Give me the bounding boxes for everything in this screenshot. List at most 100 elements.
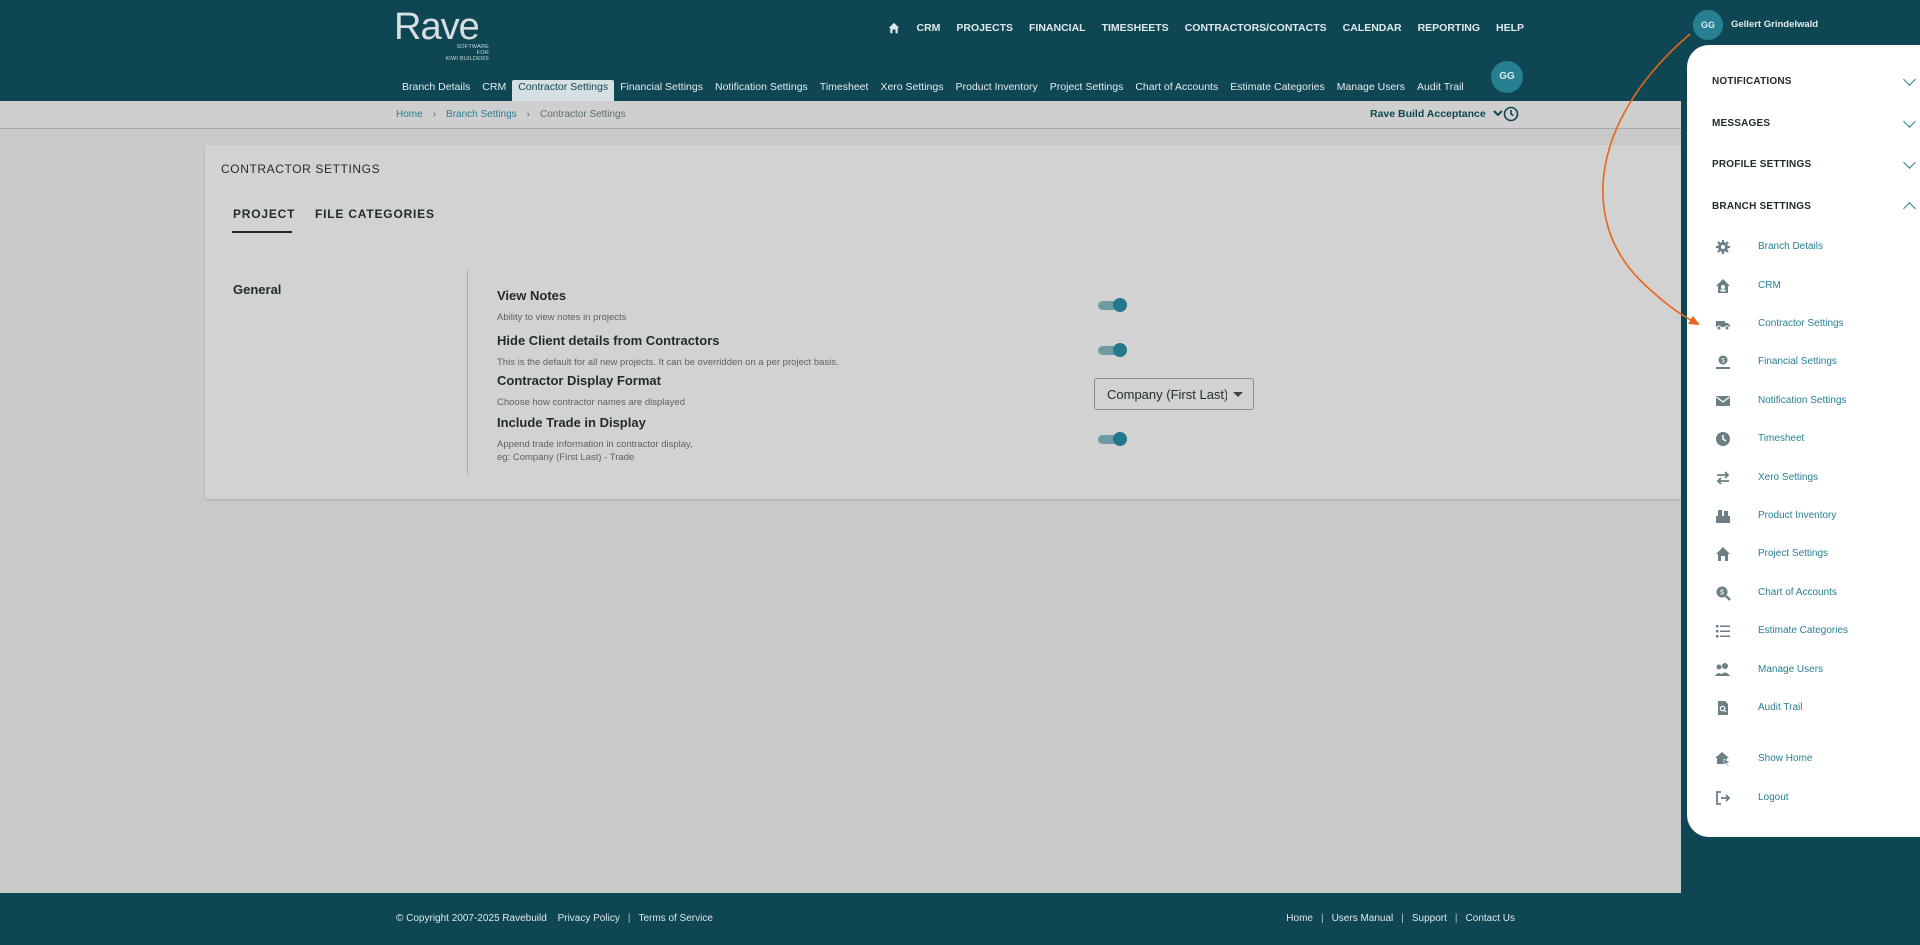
menu-header-branch-settings[interactable]: BRANCH SETTINGS xyxy=(1712,201,1811,212)
menu-item-branch-details[interactable]: Branch Details xyxy=(1715,239,1823,255)
users-manual-link[interactable]: Users Manual xyxy=(1332,913,1394,924)
menu-item-xero-settings[interactable]: Xero Settings xyxy=(1715,470,1818,486)
tab-crm[interactable]: CRM xyxy=(476,80,512,101)
page-title: CONTRACTOR SETTINGS xyxy=(221,162,381,176)
menu-item-notification-settings[interactable]: Notification Settings xyxy=(1715,393,1846,409)
list-icon xyxy=(1716,625,1730,638)
tab-product-inventory[interactable]: Product Inventory xyxy=(949,80,1043,101)
menu-item-show-home[interactable]: Show Home xyxy=(1715,751,1812,767)
menu-item-chart-of-accounts[interactable]: $ Chart of Accounts xyxy=(1715,585,1837,601)
terms-link[interactable]: Terms of Service xyxy=(638,913,712,924)
boxes-icon xyxy=(1716,510,1730,523)
contractor-settings-card: CONTRACTOR SETTINGS PROJECT FILE CATEGOR… xyxy=(205,145,1685,499)
home-icon xyxy=(1716,547,1730,561)
nav-timesheets[interactable]: TIMESHEETS xyxy=(1102,22,1169,34)
footer: © Copyright 2007-2025 Ravebuild Privacy … xyxy=(0,893,1920,945)
home-icon[interactable] xyxy=(888,22,900,34)
chevron-down-icon[interactable] xyxy=(1903,156,1916,169)
rave-logo[interactable]: Rave SOFTWARE FOR KIWI BUILDERS xyxy=(394,8,489,62)
support-link[interactable]: Support xyxy=(1412,913,1447,924)
breadcrumb-bar: Home › Branch Settings › Contractor Settings… xyxy=(0,101,1920,129)
history-clock-icon[interactable] xyxy=(1503,106,1519,122)
chevron-up-icon[interactable] xyxy=(1903,202,1916,215)
menu-item-project-settings[interactable]: Project Settings xyxy=(1715,546,1828,562)
view-notes-toggle[interactable] xyxy=(1098,298,1128,312)
tab-financial-settings[interactable]: Financial Settings xyxy=(614,80,709,101)
chevron-down-icon[interactable] xyxy=(1903,73,1916,86)
tab-timesheet[interactable]: Timesheet xyxy=(814,80,875,101)
nav-help[interactable]: HELP xyxy=(1496,22,1524,34)
users-cog-icon xyxy=(1715,663,1730,676)
menu-item-crm[interactable]: CRM xyxy=(1715,278,1781,294)
svg-text:$: $ xyxy=(1720,590,1724,597)
contact-link[interactable]: Contact Us xyxy=(1466,913,1515,924)
user-name: Gellert Grindelwald xyxy=(1731,19,1819,30)
privacy-link[interactable]: Privacy Policy xyxy=(558,913,620,924)
gear-icon xyxy=(1716,240,1730,254)
avatar[interactable]: GG xyxy=(1491,61,1523,93)
menu-item-product-inventory[interactable]: Product Inventory xyxy=(1715,508,1836,524)
chevron-down-icon xyxy=(1492,110,1503,117)
truck-icon xyxy=(1716,321,1730,331)
tab-contractor-settings[interactable]: Contractor Settings xyxy=(512,80,615,101)
nav-contractors-contacts[interactable]: CONTRACTORS/CONTACTS xyxy=(1185,22,1327,34)
tab-branch-details[interactable]: Branch Details xyxy=(396,80,476,101)
house-user-icon xyxy=(1716,279,1730,293)
setting-view-notes-title: View Notes xyxy=(497,288,567,303)
menu-item-contractor-settings[interactable]: Contractor Settings xyxy=(1715,316,1844,332)
hide-client-details-toggle[interactable] xyxy=(1098,343,1128,357)
logout-icon xyxy=(1716,791,1731,805)
include-trade-toggle[interactable] xyxy=(1098,432,1128,446)
user-side-panel: GG Gellert Grindelwald NOTIFICATIONS MES… xyxy=(1681,0,1920,945)
tab-file-categories[interactable]: FILE CATEGORIES xyxy=(315,207,435,221)
menu-item-audit-trail[interactable]: Audit Trail xyxy=(1715,700,1802,716)
nav-financial[interactable]: FINANCIAL xyxy=(1029,22,1086,34)
nav-reporting[interactable]: REPORTING xyxy=(1418,22,1480,34)
nav-crm[interactable]: CRM xyxy=(916,22,940,34)
menu-item-estimate-categories[interactable]: Estimate Categories xyxy=(1715,623,1848,639)
search-dollar-icon: $ xyxy=(1716,586,1731,601)
branch-selector[interactable]: Rave Build Acceptance xyxy=(1370,108,1503,120)
contractor-display-format-select[interactable]: Company (First Last) xyxy=(1094,378,1254,410)
tab-xero-settings[interactable]: Xero Settings xyxy=(874,80,949,101)
breadcrumb-separator: › xyxy=(432,109,437,120)
setting-display-format-desc: Choose how contractor names are displaye… xyxy=(497,397,685,408)
envelope-icon xyxy=(1716,396,1730,406)
breadcrumb: Home › Branch Settings › Contractor Settings xyxy=(396,109,626,120)
menu-header-notifications[interactable]: NOTIFICATIONS xyxy=(1712,76,1792,87)
tab-notification-settings[interactable]: Notification Settings xyxy=(709,80,814,101)
branch-settings-tabs: Branch Details CRM Contractor Settings F… xyxy=(396,80,1470,101)
setting-hide-client-title: Hide Client details from Contractors xyxy=(497,333,720,348)
breadcrumb-home[interactable]: Home xyxy=(396,109,423,120)
swap-arrows-icon xyxy=(1716,471,1730,485)
tab-project-settings[interactable]: Project Settings xyxy=(1044,80,1130,101)
setting-include-trade-title: Include Trade in Display xyxy=(497,415,646,430)
nav-calendar[interactable]: CALENDAR xyxy=(1343,22,1402,34)
breadcrumb-current: Contractor Settings xyxy=(539,109,626,120)
chevron-down-icon[interactable] xyxy=(1903,115,1916,128)
menu-item-logout[interactable]: Logout xyxy=(1715,790,1789,806)
footer-home-link[interactable]: Home xyxy=(1286,913,1313,924)
menu-header-messages[interactable]: MESSAGES xyxy=(1712,118,1770,129)
money-hand-icon: $ xyxy=(1716,355,1730,369)
tab-manage-users[interactable]: Manage Users xyxy=(1331,80,1411,101)
menu-header-profile-settings[interactable]: PROFILE SETTINGS xyxy=(1712,159,1811,170)
nav-projects[interactable]: PROJECTS xyxy=(956,22,1013,34)
breadcrumb-branch-settings[interactable]: Branch Settings xyxy=(446,109,517,120)
divider xyxy=(467,270,468,475)
setting-hide-client-desc: This is the default for all new projects… xyxy=(497,357,839,368)
menu-item-timesheet[interactable]: Timesheet xyxy=(1715,431,1804,447)
menu-item-financial-settings[interactable]: $ Financial Settings xyxy=(1715,354,1837,370)
menu-item-manage-users[interactable]: Manage Users xyxy=(1715,662,1823,678)
breadcrumb-separator: › xyxy=(526,109,530,120)
file-search-icon xyxy=(1718,701,1728,715)
clock-icon xyxy=(1716,432,1730,446)
user-avatar[interactable]: GG xyxy=(1693,10,1723,40)
setting-display-format-title: Contractor Display Format xyxy=(497,373,661,388)
setting-include-trade-desc: Append trade information in contractor d… xyxy=(497,439,693,463)
caret-down-icon xyxy=(1233,392,1243,397)
tab-project[interactable]: PROJECT xyxy=(233,207,295,221)
tab-audit-trail[interactable]: Audit Trail xyxy=(1411,80,1470,101)
tab-estimate-categories[interactable]: Estimate Categories xyxy=(1224,80,1331,101)
tab-chart-of-accounts[interactable]: Chart of Accounts xyxy=(1129,80,1224,101)
